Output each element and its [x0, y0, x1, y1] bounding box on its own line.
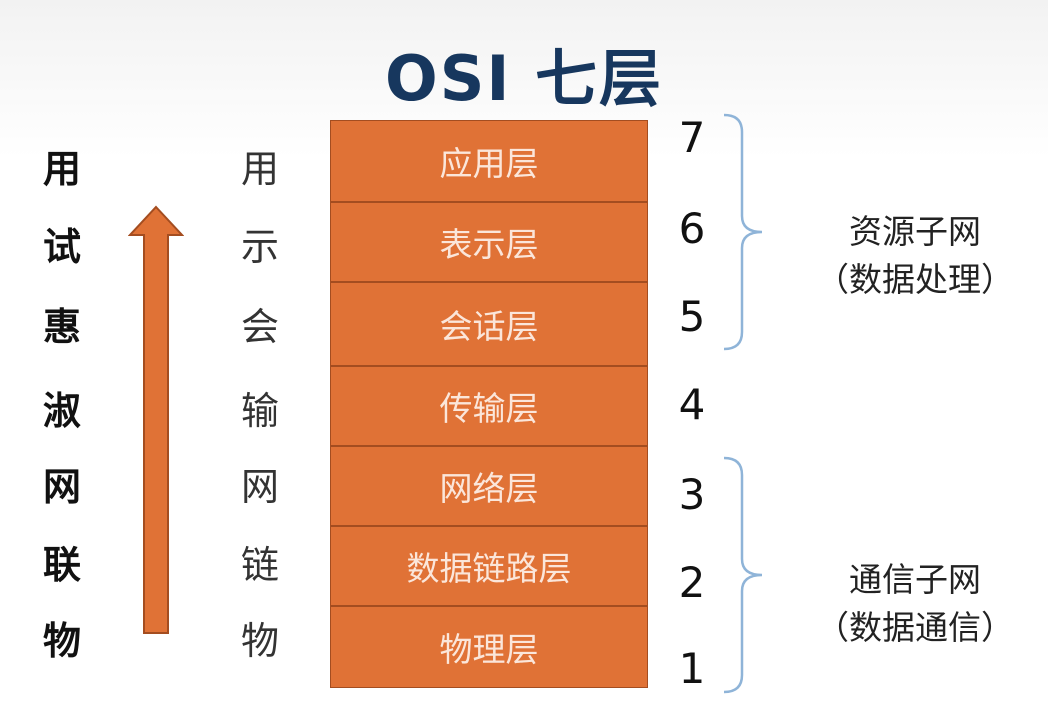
mnemonic-mid-char: 链	[240, 543, 279, 587]
layer-number: 6	[678, 204, 706, 253]
up-arrow-icon	[128, 205, 184, 634]
resource-subnet-subtitle: （数据处理）	[816, 260, 1014, 299]
comm-subnet-subtitle: （数据通信）	[816, 608, 1014, 647]
mnemonic-mid-char: 会	[240, 305, 279, 349]
mnemonic-mid-char: 用	[240, 147, 279, 191]
layer-physical: 物理层	[330, 606, 648, 688]
mnemonic-mid-char: 物	[240, 619, 279, 663]
mnemonic-mid-char: 网	[240, 465, 279, 509]
mnemonic-left-char: 淑	[42, 389, 81, 433]
layer-number: 5	[678, 292, 706, 341]
layer-data-link: 数据链路层	[330, 526, 648, 606]
layer-number: 3	[678, 470, 706, 519]
layer-network: 网络层	[330, 446, 648, 526]
layer-session: 会话层	[330, 282, 648, 366]
comm-subnet-label: 通信子网 （数据通信）	[790, 556, 1040, 652]
mnemonic-mid-char: 输	[240, 389, 279, 433]
layer-presentation: 表示层	[330, 202, 648, 282]
osi-layer-stack: 应用层 表示层 会话层 传输层 网络层 数据链路层 物理层	[330, 120, 650, 688]
mnemonic-left-char: 惠	[42, 305, 81, 349]
mnemonic-left-char: 用	[42, 147, 81, 191]
mnemonic-mid-char: 示	[240, 225, 279, 269]
comm-subnet-brace-icon	[723, 456, 763, 694]
resource-subnet-brace-icon	[723, 113, 763, 351]
mnemonic-left-char: 联	[42, 543, 81, 587]
page-title: OSI 七层	[384, 42, 663, 115]
mnemonic-left-char: 物	[42, 619, 81, 663]
layer-number: 4	[678, 380, 706, 429]
layer-application: 应用层	[330, 120, 648, 202]
layer-transport: 传输层	[330, 366, 648, 446]
mnemonic-left-char: 试	[42, 225, 81, 269]
layer-number: 2	[678, 558, 706, 607]
mnemonic-left-char: 网	[42, 465, 81, 509]
resource-subnet-title: 资源子网	[849, 212, 981, 251]
comm-subnet-title: 通信子网	[849, 560, 981, 599]
layer-number: 1	[678, 644, 706, 693]
resource-subnet-label: 资源子网 （数据处理）	[790, 208, 1040, 304]
layer-number: 7	[678, 113, 706, 162]
